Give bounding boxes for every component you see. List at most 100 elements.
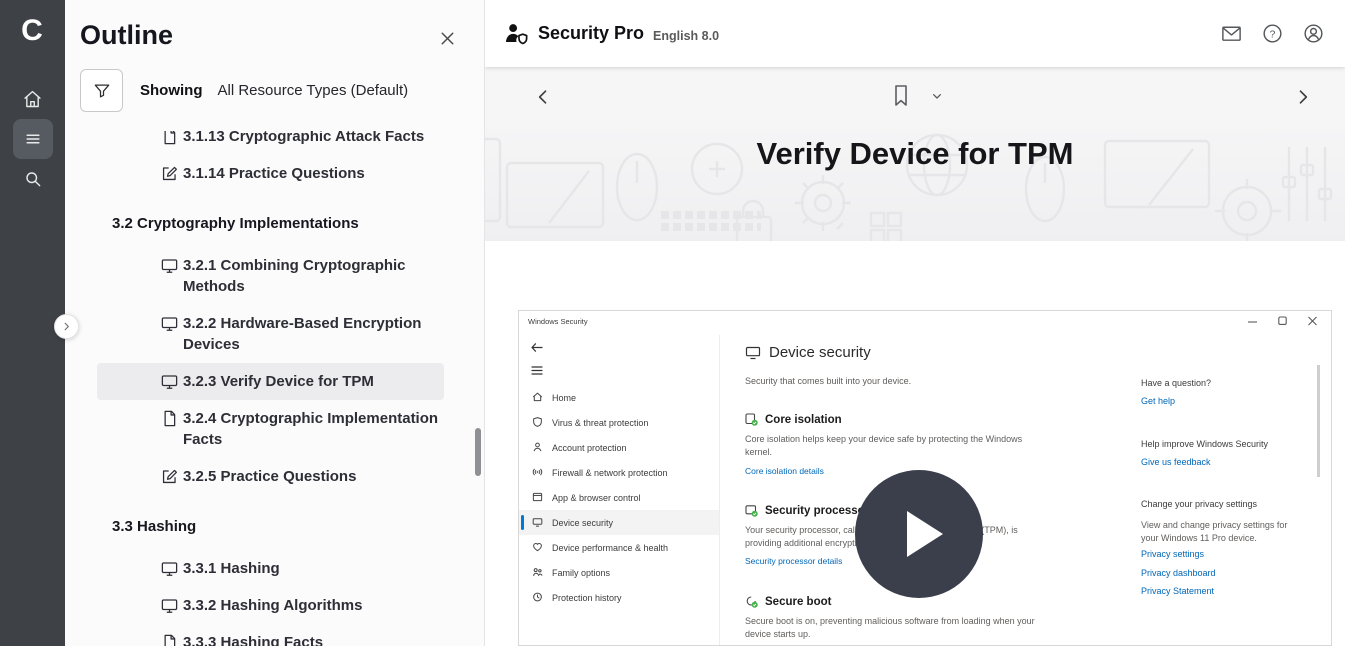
ws-page-subtitle: Security that comes built into your devi… [745,376,911,386]
play-button[interactable] [855,470,983,598]
ws-nav-device-security: Device security [519,510,719,535]
ws-nav-firewall: Firewall & network protection [519,460,719,485]
video-icon [160,256,179,275]
security-processor-heading: Security processor [745,504,869,517]
course-subtitle: English 8.0 [653,24,719,43]
app-window-icon [532,491,543,503]
home-button[interactable] [13,79,53,119]
security-processor-status-icon [745,504,758,517]
bookmark-button[interactable] [890,83,912,109]
help-improve-title: Help improve Windows Security [1141,439,1268,449]
document-icon [160,409,179,428]
outline-item[interactable]: 3.2.1 Combining Cryptographic Methods [97,247,444,305]
ws-nav: Home Virus & threat protection Account p… [519,385,719,610]
family-icon [532,566,543,578]
chevron-right-icon [61,321,72,332]
outline-title: Outline [80,20,173,51]
main-content: Security Pro English 8.0 ? [485,0,1345,646]
previous-lesson-button[interactable] [533,87,553,107]
close-outline-button[interactable] [437,28,458,49]
ws-nav-virus-threat: Virus & threat protection [519,410,719,435]
ws-nav-home: Home [519,385,719,410]
video-icon [160,372,179,391]
have-a-question-title: Have a question? [1141,378,1211,388]
privacy-dashboard-link: Privacy dashboard [1141,568,1216,578]
outline-item[interactable]: 3.3.2 Hashing Algorithms [97,587,444,624]
course-header: Security Pro English 8.0 ? [485,0,1345,67]
ws-page-title: Device security [745,344,871,361]
heart-icon [532,541,543,553]
give-feedback-link: Give us feedback [1141,457,1211,467]
outline-item[interactable]: 3.3.3 Hashing Facts [97,624,444,646]
outline-list: 3.1.13 Cryptographic Attack Facts 3.1.14… [65,131,484,646]
secure-boot-status-icon [745,595,758,608]
video-frame[interactable]: Windows Security Home Virus & threat pro… [518,310,1332,646]
edit-icon [160,467,179,486]
back-arrow-icon [531,342,543,353]
wireless-icon [532,466,543,478]
outline-scrollbar[interactable] [475,428,481,476]
menu-icon [23,129,43,149]
lesson-banner: Verify Device for TPM [485,127,1345,241]
filter-button[interactable] [80,69,123,112]
home-icon [532,391,543,403]
outline-item[interactable]: 3.3.1 Hashing [97,550,444,587]
maximize-icon [1278,316,1287,326]
history-icon [532,591,543,603]
shield-icon [532,416,543,428]
core-isolation-status-icon [745,413,758,426]
close-icon [1308,316,1317,326]
outline-item[interactable]: 3.2.2 Hardware-Based Encryption Devices [97,305,444,363]
core-isolation-body: Core isolation helps keep your device sa… [745,433,1037,458]
document-icon [160,633,179,646]
ws-nav-family: Family options [519,560,719,585]
security-processor-details-link: Security processor details [745,556,842,566]
help-icon[interactable]: ? [1261,22,1284,45]
person-shield-icon [503,21,530,46]
mail-icon[interactable] [1220,22,1243,45]
home-icon [22,89,43,110]
privacy-statement-link: Privacy Statement [1141,586,1214,596]
document-icon [160,131,179,146]
video-icon [160,559,179,578]
device-icon [745,345,761,360]
ws-nav-performance: Device performance & health [519,535,719,560]
search-icon [23,169,43,189]
core-isolation-details-link: Core isolation details [745,466,824,476]
outline-item-selected[interactable]: 3.2.3 Verify Device for TPM [97,363,444,400]
collapse-outline-button[interactable] [54,314,79,339]
outline-item[interactable]: 3.2.4 Cryptographic Implementation Facts [97,400,444,458]
outline-menu-button[interactable] [13,119,53,159]
filter-value: All Resource Types (Default) [218,82,409,99]
outline-item[interactable]: 3.1.14 Practice Questions [97,155,444,192]
privacy-settings-link: Privacy settings [1141,549,1204,559]
outline-panel: Outline Showing All Resource Types (Defa… [65,0,485,646]
device-icon [532,516,543,528]
privacy-settings-body: View and change privacy settings for you… [1141,519,1291,544]
bookmark-dropdown-button[interactable] [929,88,945,104]
outline-section: 3.3 Hashing [112,508,444,545]
outline-item[interactable]: 3.2.5 Practice Questions [97,458,444,495]
ws-nav-app-browser: App & browser control [519,485,719,510]
ws-nav-history: Protection history [519,585,719,610]
edit-icon [160,164,179,183]
account-icon[interactable] [1302,22,1325,45]
core-isolation-heading: Core isolation [745,413,842,426]
svg-text:?: ? [1270,28,1276,40]
play-icon [907,511,943,557]
ws-titlebar: Windows Security [519,311,1331,335]
ws-window-title: Windows Security [528,317,588,326]
minimize-icon [1248,316,1257,326]
video-icon [160,314,179,333]
course-title: Security Pro [538,23,644,44]
ws-scrollbar [1317,365,1320,477]
showing-label: Showing [140,82,203,99]
next-lesson-button[interactable] [1293,87,1313,107]
secure-boot-heading: Secure boot [745,595,831,608]
search-button[interactable] [13,159,53,199]
ws-menu-icon [531,365,543,376]
privacy-settings-title: Change your privacy settings [1141,499,1257,509]
secure-boot-body: Secure boot is on, preventing malicious … [745,615,1037,640]
outline-item[interactable]: 3.1.13 Cryptographic Attack Facts [97,131,444,155]
lesson-nav [485,67,1345,127]
